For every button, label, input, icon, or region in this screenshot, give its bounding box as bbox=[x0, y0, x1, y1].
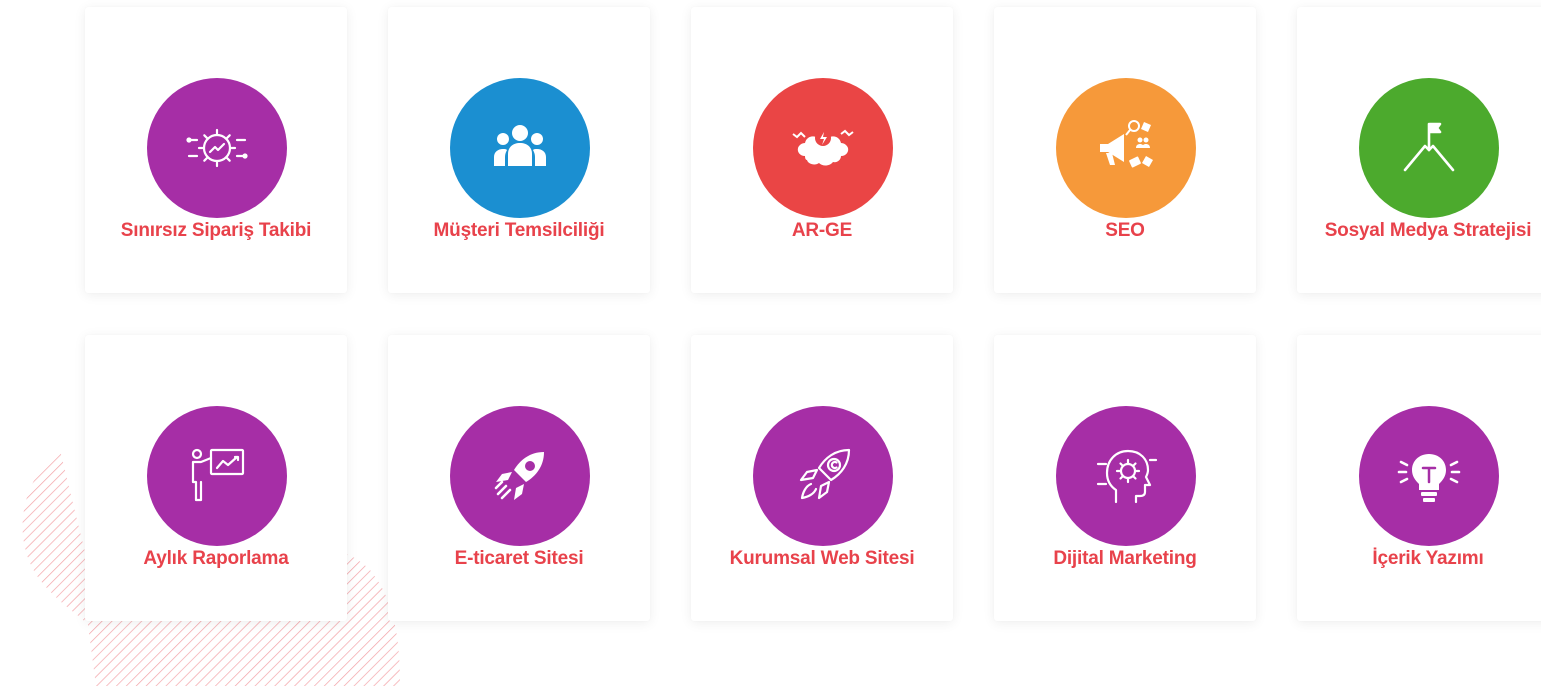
icon-circle bbox=[1359, 78, 1499, 218]
service-card-sosyal-medya[interactable]: Sosyal Medya Stratejisi bbox=[1297, 7, 1541, 293]
icon-circle bbox=[450, 78, 590, 218]
megaphone-marketing-icon bbox=[1100, 120, 1153, 168]
service-label: SEO bbox=[1105, 220, 1145, 241]
service-card-seo[interactable]: SEO bbox=[994, 7, 1256, 293]
service-card-musteri-temsilciligi[interactable]: Müşteri Temsilciliği bbox=[388, 7, 650, 293]
users-group-icon bbox=[494, 125, 546, 166]
rocket-copyright-icon bbox=[799, 448, 851, 500]
icon-circle bbox=[450, 406, 590, 546]
service-card-ar-ge[interactable]: AR-GE bbox=[691, 7, 953, 293]
rocket-icon bbox=[494, 452, 544, 500]
service-label: E-ticaret Sitesi bbox=[454, 548, 584, 569]
service-label: Dijital Marketing bbox=[1053, 548, 1197, 569]
icon-circle bbox=[753, 406, 893, 546]
icon-circle bbox=[1056, 78, 1196, 218]
service-card-dijital-marketing[interactable]: Dijital Marketing bbox=[994, 335, 1256, 621]
head-gear-icon bbox=[1096, 449, 1158, 504]
lightbulb-idea-icon bbox=[1397, 454, 1461, 502]
icon-circle bbox=[147, 406, 287, 546]
mountain-flag-icon bbox=[1403, 122, 1455, 172]
service-label: Sınırsız Sipariş Takibi bbox=[120, 220, 312, 241]
service-card-icerik-yazimi[interactable]: İçerik Yazımı bbox=[1297, 335, 1541, 621]
icon-circle bbox=[1359, 406, 1499, 546]
service-label: Aylık Raporlama bbox=[143, 548, 289, 569]
brain-lightbulb-icon bbox=[792, 129, 854, 166]
service-card-kurumsal-web[interactable]: Kurumsal Web Sitesi bbox=[691, 335, 953, 621]
gear-chart-icon bbox=[186, 128, 248, 168]
service-card-aylik-raporlama[interactable]: Aylık Raporlama bbox=[85, 335, 347, 621]
service-label: AR-GE bbox=[791, 220, 853, 241]
presentation-board-icon bbox=[191, 448, 245, 502]
icon-circle bbox=[147, 78, 287, 218]
icon-circle bbox=[753, 78, 893, 218]
service-label: Müşteri Temsilciliği bbox=[433, 220, 605, 241]
service-card-siparis-takibi[interactable]: Sınırsız Sipariş Takibi bbox=[85, 7, 347, 293]
service-label: İçerik Yazımı bbox=[1372, 548, 1484, 569]
icon-circle bbox=[1056, 406, 1196, 546]
service-label: Sosyal Medya Stratejisi bbox=[1324, 220, 1532, 241]
service-label: Kurumsal Web Sitesi bbox=[729, 548, 915, 569]
service-card-e-ticaret[interactable]: E-ticaret Sitesi bbox=[388, 335, 650, 621]
services-page: Sınırsız Sipariş Takibi Müşteri Temsilci… bbox=[0, 0, 1541, 686]
